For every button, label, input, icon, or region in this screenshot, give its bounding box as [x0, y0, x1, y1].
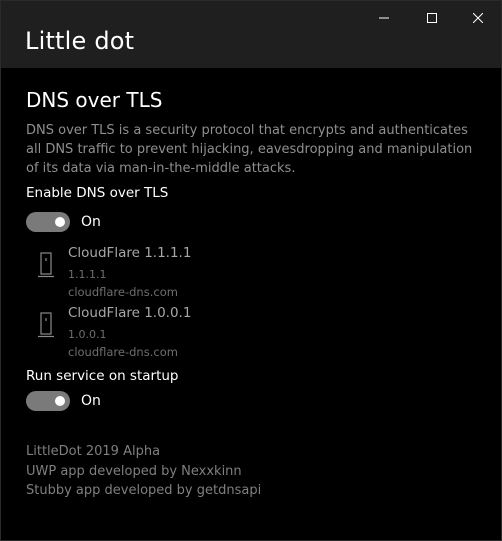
- toggle-knob: [55, 396, 65, 406]
- dns-description: DNS over TLS is a security protocol that…: [26, 123, 473, 176]
- server-ip: 1.0.0.1: [68, 328, 107, 341]
- close-icon: [473, 13, 483, 23]
- startup-state: On: [81, 393, 101, 409]
- maximize-button[interactable]: [409, 1, 455, 35]
- title-bar[interactable]: Little dot: [1, 1, 501, 68]
- list-item[interactable]: CloudFlare 1.0.0.1 1.0.0.1 cloudflare-dn…: [38, 305, 338, 361]
- app-title: Little dot: [25, 27, 135, 55]
- list-item[interactable]: CloudFlare 1.1.1.1 1.1.1.1 cloudflare-dn…: [38, 245, 338, 301]
- minimize-button[interactable]: [361, 1, 407, 35]
- minimize-icon: [379, 17, 389, 19]
- server-ip: 1.1.1.1: [68, 268, 107, 281]
- close-button[interactable]: [455, 1, 501, 35]
- server-name: CloudFlare 1.1.1.1: [68, 245, 192, 261]
- server-host: cloudflare-dns.com: [68, 345, 178, 359]
- server-icon: [38, 252, 54, 278]
- uwp-credit-text: UWP app developed by Nexxkinn: [26, 463, 242, 479]
- toggle-knob: [55, 217, 65, 227]
- enable-dns-toggle[interactable]: [26, 212, 70, 232]
- footer-info: LittleDot 2019 Alpha UWP app developed b…: [26, 442, 261, 501]
- stubby-credit-text: Stubby app developed by getdnsapi: [26, 483, 262, 498]
- server-host: cloudflare-dns.com: [68, 285, 178, 299]
- enable-dns-state: On: [81, 214, 101, 230]
- startup-toggle[interactable]: [26, 391, 70, 411]
- version-text: LittleDot 2019 Alpha: [26, 444, 161, 459]
- startup-label: Run service on startup: [26, 368, 179, 384]
- server-name: CloudFlare 1.0.0.1: [68, 305, 192, 321]
- server-icon: [38, 312, 54, 338]
- maximize-icon: [427, 13, 437, 23]
- enable-dns-label: Enable DNS over TLS: [26, 185, 169, 201]
- app-window: Little dot DNS over TLS DNS over TLS is …: [0, 0, 502, 541]
- page-title: DNS over TLS: [26, 88, 163, 112]
